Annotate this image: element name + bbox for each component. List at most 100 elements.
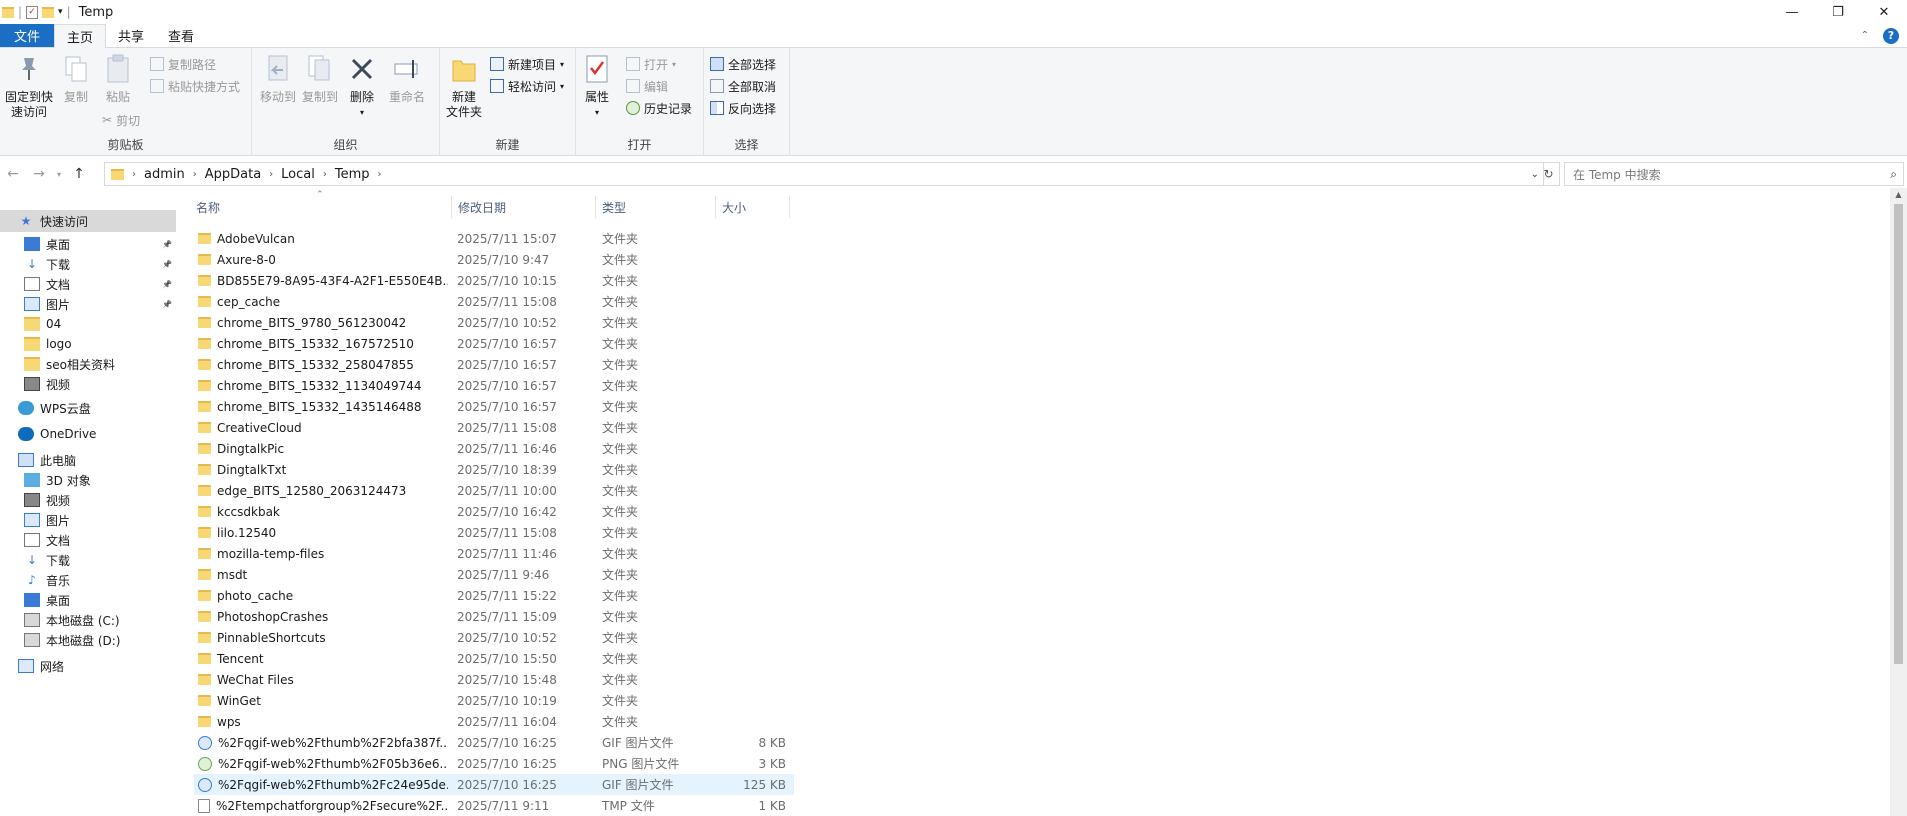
new-folder-icon[interactable] <box>42 6 55 18</box>
tab-file[interactable]: 文件 <box>0 24 55 47</box>
open-button[interactable]: 打开 ▾ <box>626 54 676 74</box>
file-row[interactable]: cep_cache 2025/7/11 15:08 文件夹 <box>194 291 794 312</box>
easy-access-button[interactable]: 轻松访问 ▾ <box>490 76 564 96</box>
sidebar-item[interactable]: 视频 <box>0 373 176 395</box>
new-item-button[interactable]: 新建项目 ▾ <box>490 54 564 74</box>
move-to-button[interactable]: 移动到 <box>258 52 298 105</box>
sidebar-item[interactable]: ♪ 音乐 <box>0 569 176 591</box>
properties-icon[interactable]: ✓ <box>26 5 39 19</box>
breadcrumb-local[interactable]: Local <box>281 167 315 182</box>
pin-quick-access-button[interactable]: 固定到快 速访问 <box>4 52 54 120</box>
sidebar-item[interactable]: logo <box>0 333 176 355</box>
file-row[interactable]: BD855E79-8A95-43F4-A2F1-E550E4B... 2025/7… <box>194 270 794 291</box>
address-bar[interactable]: › admin › AppData › Local › Temp › ⌄ <box>104 162 1544 186</box>
file-row[interactable]: DingtalkPic 2025/7/11 16:46 文件夹 <box>194 438 794 459</box>
breadcrumb-separator-icon[interactable]: › <box>132 169 136 180</box>
file-row[interactable]: photo_cache 2025/7/11 15:22 文件夹 <box>194 585 794 606</box>
sidebar-item[interactable]: 桌面 📌 <box>0 233 176 255</box>
file-row[interactable]: kccsdkbak 2025/7/10 16:42 文件夹 <box>194 501 794 522</box>
minimize-button[interactable]: — <box>1769 0 1815 24</box>
breadcrumb-admin[interactable]: admin <box>144 167 185 182</box>
sidebar-item[interactable]: 图片 📌 <box>0 293 176 315</box>
file-row[interactable]: wps 2025/7/11 16:04 文件夹 <box>194 711 794 732</box>
scrollbar-thumb[interactable] <box>1894 204 1903 664</box>
tab-home[interactable]: 主页 <box>54 24 107 48</box>
file-row[interactable]: chrome_BITS_15332_1435146488 2025/7/10 16… <box>194 396 794 417</box>
delete-button[interactable]: 删除 ▾ <box>346 52 378 120</box>
new-folder-button[interactable]: 新建 文件夹 <box>446 52 482 120</box>
select-all-button[interactable]: 全部选择 <box>710 54 776 74</box>
tab-view[interactable]: 查看 <box>156 24 206 47</box>
paste-button[interactable]: 粘贴 <box>100 52 136 105</box>
sidebar-item[interactable]: 04 <box>0 313 176 335</box>
column-header-type[interactable]: 类型 <box>596 196 716 218</box>
sidebar-item[interactable]: ↓ 下载 📌 <box>0 253 176 275</box>
history-button[interactable]: 历史记录 <box>626 98 692 118</box>
file-row[interactable]: PhotoshopCrashes 2025/7/11 15:09 文件夹 <box>194 606 794 627</box>
file-row[interactable]: chrome_BITS_15332_258047855 2025/7/10 16:… <box>194 354 794 375</box>
file-row[interactable]: chrome_BITS_15332_167572510 2025/7/10 16:… <box>194 333 794 354</box>
pin-icon[interactable]: 📌 <box>162 240 172 249</box>
vertical-scrollbar[interactable]: ▲ <box>1890 188 1907 816</box>
file-row[interactable]: Axure-8-0 2025/7/10 9:47 文件夹 <box>194 249 794 270</box>
column-header-date[interactable]: 修改日期 <box>452 196 596 218</box>
file-row[interactable]: WeChat Files 2025/7/10 15:48 文件夹 <box>194 669 794 690</box>
file-row[interactable]: %2Fqgif-web%2Fthumb%2F05b36e6... 2025/7/1… <box>194 753 794 774</box>
breadcrumb-temp[interactable]: Temp <box>335 167 370 182</box>
paste-shortcut-button[interactable]: 粘贴快捷方式 <box>150 76 240 96</box>
breadcrumb-appdata[interactable]: AppData <box>205 167 261 182</box>
file-row[interactable]: WinGet 2025/7/10 10:19 文件夹 <box>194 690 794 711</box>
pin-icon[interactable]: 📌 <box>162 300 172 309</box>
column-header-name[interactable]: ⌃ 名称 <box>194 190 452 218</box>
sidebar-item[interactable]: 文档 <box>0 529 176 551</box>
recent-locations-chevron-icon[interactable]: ▾ <box>52 170 66 179</box>
help-icon[interactable]: ? <box>1883 27 1899 44</box>
sidebar-item[interactable]: 图片 <box>0 509 176 531</box>
file-row[interactable]: chrome_BITS_9780_561230042 2025/7/10 10:5… <box>194 312 794 333</box>
sidebar-item[interactable]: WPS云盘 <box>0 397 176 419</box>
sidebar-item[interactable]: 桌面 <box>0 589 176 611</box>
sidebar-item[interactable]: seo相关资料 <box>0 353 176 375</box>
rename-button[interactable]: 重命名 <box>386 52 428 105</box>
refresh-button[interactable]: ↻ <box>1538 162 1560 186</box>
breadcrumb-separator-icon[interactable]: › <box>193 169 197 180</box>
sidebar-item[interactable]: 本地磁盘 (D:) <box>0 629 176 651</box>
file-row[interactable]: %2Fqgif-web%2Fthumb%2Fc24e95de... 2025/7/… <box>194 774 794 795</box>
forward-arrow-icon[interactable]: → <box>26 166 52 182</box>
cut-button[interactable]: ✂ 剪切 <box>102 110 140 130</box>
pin-icon[interactable]: 📌 <box>162 280 172 289</box>
sidebar-item[interactable]: 网络 <box>0 655 176 677</box>
chevron-up-icon[interactable]: ⌃ <box>1861 30 1869 41</box>
sidebar-item[interactable]: 文档 📌 <box>0 273 176 295</box>
scroll-up-icon[interactable]: ▲ <box>1890 190 1907 199</box>
maximize-button[interactable]: ❐ <box>1815 0 1861 24</box>
file-row[interactable]: PinnableShortcuts 2025/7/10 10:52 文件夹 <box>194 627 794 648</box>
edit-button[interactable]: 编辑 <box>626 76 668 96</box>
back-arrow-icon[interactable]: ← <box>0 166 26 182</box>
customize-toolbar-icon[interactable]: ▾ <box>58 7 63 17</box>
file-row[interactable]: msdt 2025/7/11 9:46 文件夹 <box>194 564 794 585</box>
copy-to-button[interactable]: 复制到 <box>300 52 340 105</box>
tab-share[interactable]: 共享 <box>106 24 156 47</box>
file-row[interactable]: edge_BITS_12580_2063124473 2025/7/11 10:0… <box>194 480 794 501</box>
sidebar-item[interactable]: 此电脑 <box>0 449 176 471</box>
sidebar-item[interactable]: 视频 <box>0 489 176 511</box>
sidebar-item[interactable]: ★ 快速访问 <box>0 210 176 232</box>
file-row[interactable]: mozilla-temp-files 2025/7/11 11:46 文件夹 <box>194 543 794 564</box>
select-none-button[interactable]: 全部取消 <box>710 76 776 96</box>
sidebar-item[interactable]: 本地磁盘 (C:) <box>0 609 176 631</box>
file-row[interactable]: Tencent 2025/7/10 15:50 文件夹 <box>194 648 794 669</box>
invert-selection-button[interactable]: 反向选择 <box>710 98 776 118</box>
file-row[interactable]: chrome_BITS_15332_1134049744 2025/7/10 16… <box>194 375 794 396</box>
file-row[interactable]: %2Ftempchatforgroup%2Fsecure%2F... 2025/7… <box>194 795 794 816</box>
properties-button[interactable]: 属性 ▾ <box>582 52 612 120</box>
file-row[interactable]: CreativeCloud 2025/7/11 15:08 文件夹 <box>194 417 794 438</box>
sidebar-item[interactable]: 3D 对象 <box>0 469 176 491</box>
up-arrow-icon[interactable]: ↑ <box>66 166 92 182</box>
sidebar-item[interactable]: OneDrive <box>0 423 176 445</box>
file-row[interactable]: DingtalkTxt 2025/7/10 18:39 文件夹 <box>194 459 794 480</box>
sidebar-item[interactable]: ↓ 下载 <box>0 549 176 571</box>
close-button[interactable]: ✕ <box>1861 0 1907 24</box>
file-row[interactable]: lilo.12540 2025/7/11 15:08 文件夹 <box>194 522 794 543</box>
column-header-size[interactable]: 大小 <box>716 196 790 218</box>
